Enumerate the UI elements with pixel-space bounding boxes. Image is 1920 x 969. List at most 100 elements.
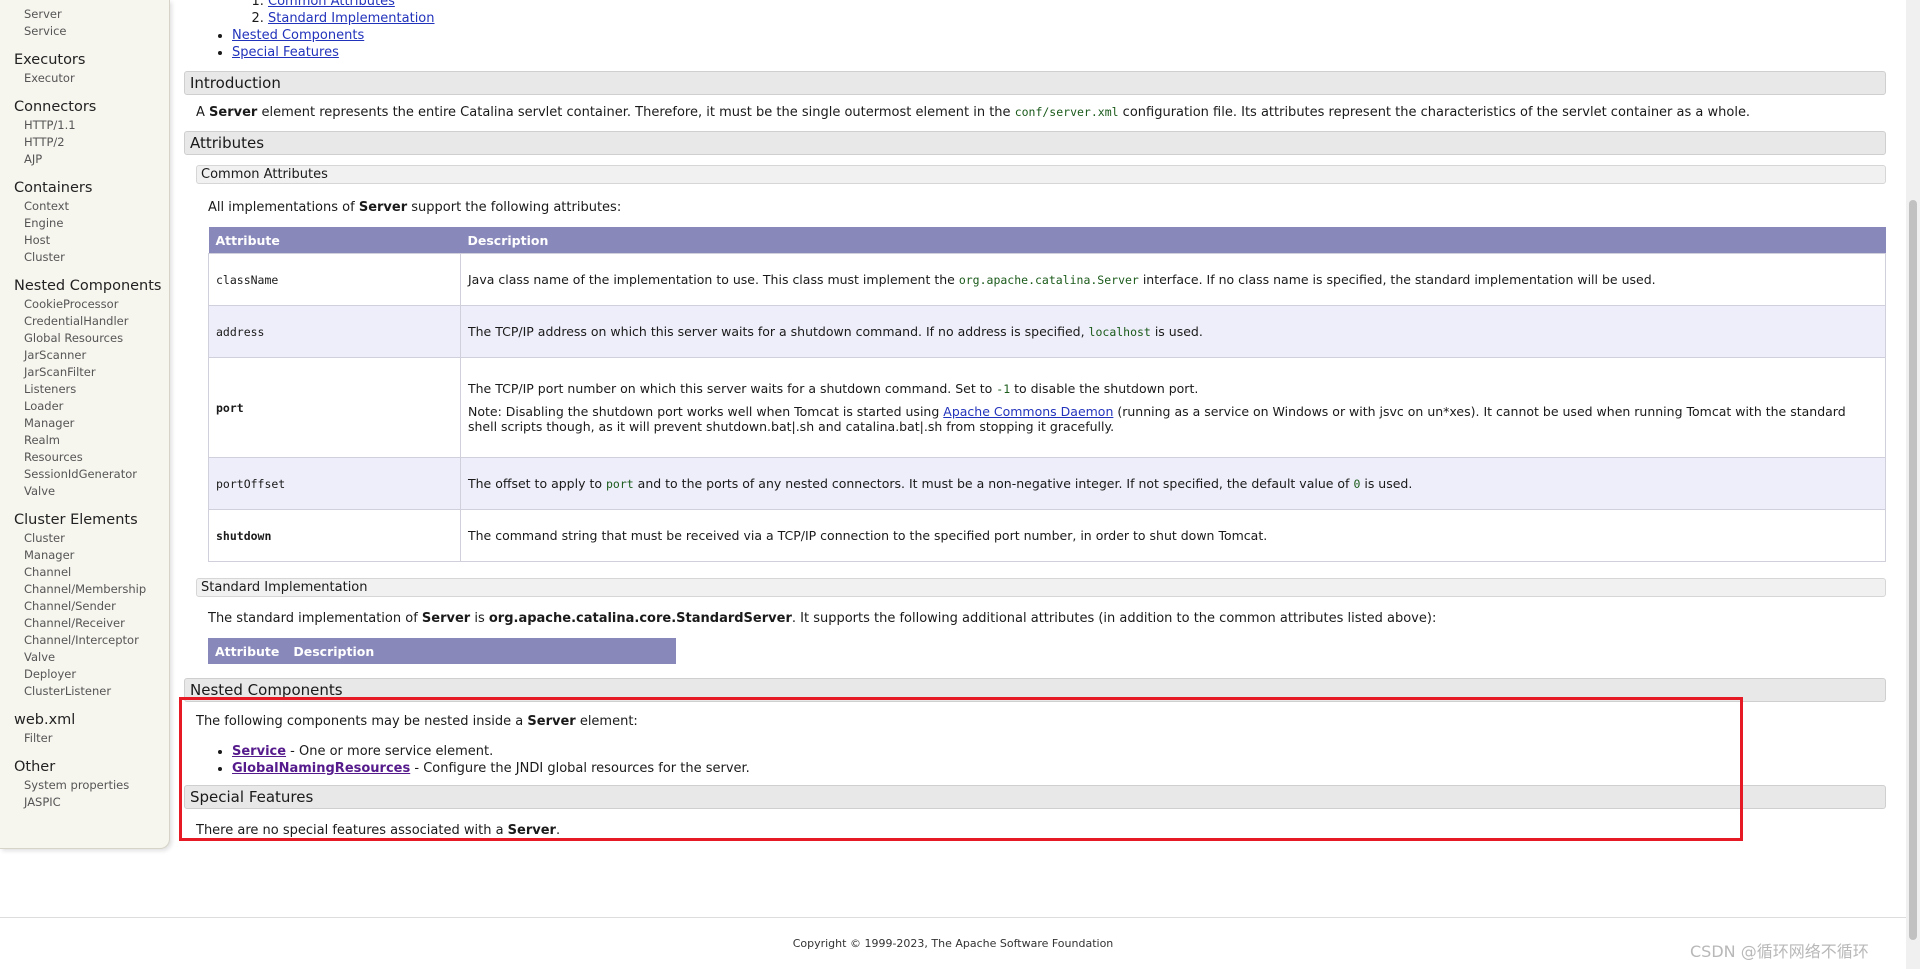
sidebar-item-engine[interactable]: Engine — [14, 215, 169, 232]
toc-item-standard-implementation: Standard Implementation — [268, 10, 1886, 27]
toc-link-special-features[interactable]: Special Features — [232, 45, 339, 60]
attr-description: Java class name of the implementation to… — [460, 253, 1886, 306]
table-header-row: Attribute Description — [208, 638, 676, 664]
global-naming-resources-link[interactable]: GlobalNamingResources — [232, 761, 410, 776]
attr-description: The offset to apply to port and to the p… — [460, 457, 1886, 510]
sidebar-item-channel-membership[interactable]: Channel/Membership — [14, 581, 169, 598]
desc-text: interface. If no class name is specified… — [1138, 272, 1656, 287]
sidebar-item-listeners[interactable]: Listeners — [14, 381, 169, 398]
toc-sublist: Common Attributes Standard Implementatio… — [184, 0, 1886, 27]
sidebar-item-channel[interactable]: Channel — [14, 564, 169, 581]
sidebar-item-credentialhandler[interactable]: CredentialHandler — [14, 313, 169, 330]
sidebar-item-filter[interactable]: Filter — [14, 730, 169, 747]
toc-list: Nested Components Special Features — [184, 27, 1886, 61]
sidebar-item-channel-sender[interactable]: Channel/Sender — [14, 598, 169, 615]
sidebar-item-system-properties[interactable]: System properties — [14, 777, 169, 794]
sidebar-item-jaspic[interactable]: JASPIC — [14, 794, 169, 811]
nested-text: element: — [575, 714, 638, 729]
intro-bold: Server — [209, 105, 258, 120]
desc-text: is used. — [1360, 476, 1413, 491]
intro-text: A — [196, 105, 210, 120]
sidebar-item-clusterlistener[interactable]: ClusterListener — [14, 683, 169, 700]
toc-item-special-features: Special Features — [232, 44, 1886, 61]
attr-name: portOffset — [208, 457, 461, 510]
sidebar: Server Service Executors Executor Connecto… — [0, 0, 170, 849]
table-row: address The TCP/IP address on which this… — [208, 305, 1886, 358]
sidebar-item-loader[interactable]: Loader — [14, 398, 169, 415]
sidebar-item-host[interactable]: Host — [14, 232, 169, 249]
vertical-scrollbar[interactable] — [1906, 0, 1920, 969]
subsection-heading-common-attributes: Common Attributes — [196, 165, 1886, 184]
sidebar-group-title: Connectors — [14, 99, 97, 115]
desc-text: The TCP/IP address on which this server … — [468, 324, 1089, 339]
nested-intro: The following components may be nested i… — [196, 714, 1886, 729]
sidebar-item-cluster[interactable]: Cluster — [14, 530, 169, 547]
csdn-watermark: CSDN @循环网络不循环 — [1690, 942, 1869, 961]
common-intro-text: All implementations of — [208, 200, 359, 215]
sidebar-item-manager[interactable]: Manager — [14, 415, 169, 432]
sidebar-item-valve[interactable]: Valve — [14, 483, 169, 500]
special-bold: Server — [507, 823, 556, 838]
sidebar-item-resources[interactable]: Resources — [14, 449, 169, 466]
column-header-description: Description — [286, 638, 676, 664]
footer-copyright: Copyright © 1999-2023, The Apache Softwa… — [792, 937, 1114, 950]
special-text: There are no special features associated… — [196, 823, 508, 838]
sidebar-item-ajp[interactable]: AJP — [14, 151, 169, 168]
toc-link-common-attributes[interactable]: Common Attributes — [268, 0, 395, 9]
note-text: Note: Disabling the shutdown port works … — [468, 404, 944, 419]
desc-code: port — [605, 477, 634, 491]
attr-description: The TCP/IP port number on which this ser… — [460, 357, 1886, 458]
sidebar-group-title: Executors — [14, 52, 86, 68]
sidebar-item-realm[interactable]: Realm — [14, 432, 169, 449]
sidebar-item-valve[interactable]: Valve — [14, 649, 169, 666]
standard-attributes-table: Attribute Description — [208, 638, 676, 664]
toc-item-nested-components: Nested Components — [232, 27, 1886, 44]
sidebar-item-global-resources[interactable]: Global Resources — [14, 330, 169, 347]
desc-paragraph: The TCP/IP port number on which this ser… — [468, 381, 1878, 396]
list-item-desc: - Configure the JNDI global resources fo… — [410, 761, 750, 776]
attr-name: className — [208, 253, 461, 306]
desc-note: Note: Disabling the shutdown port works … — [468, 404, 1878, 434]
sidebar-group-title: Other — [14, 759, 56, 775]
service-link[interactable]: Service — [232, 744, 286, 759]
sidebar-groups: Executors Executor Connectors HTTP/1.1 HTTP/… — [14, 52, 169, 811]
sidebar-item-server[interactable]: Server — [14, 6, 169, 23]
intro-text: element represents the entire Catalina s… — [257, 105, 1015, 120]
scrollbar-thumb[interactable] — [1909, 200, 1917, 940]
common-attributes-table: Attribute Description className Java cla… — [208, 227, 1886, 562]
table-row: shutdown The command string that must be… — [208, 509, 1886, 562]
intro-text: configuration file. Its attributes repre… — [1118, 105, 1751, 120]
sidebar-group-title: Nested Components — [14, 278, 162, 294]
sidebar-item-executor[interactable]: Executor — [14, 70, 169, 87]
toc-link-standard-implementation[interactable]: Standard Implementation — [268, 11, 435, 26]
sidebar-item-cookieprocessor[interactable]: CookieProcessor — [14, 296, 169, 313]
attr-name: port — [208, 357, 461, 458]
list-item-desc: - One or more service element. — [286, 744, 494, 759]
sidebar-top-items: Server Service — [14, 6, 169, 40]
sidebar-item-channel-receiver[interactable]: Channel/Receiver — [14, 615, 169, 632]
sidebar-item-http-1-1[interactable]: HTTP/1.1 — [14, 117, 169, 134]
sidebar-item-cluster[interactable]: Cluster — [14, 249, 169, 266]
attr-name: shutdown — [208, 509, 461, 562]
sidebar-item-sessionidgenerator[interactable]: SessionIdGenerator — [14, 466, 169, 483]
nested-bold: Server — [527, 714, 576, 729]
sidebar-item-manager[interactable]: Manager — [14, 547, 169, 564]
std-bold: Server — [421, 611, 471, 626]
sidebar-group-title: web.xml — [14, 712, 76, 728]
section-heading-attributes: Attributes — [184, 131, 1886, 155]
list-item: GlobalNamingResources - Configure the JN… — [232, 760, 1886, 777]
toc-link-nested-components[interactable]: Nested Components — [232, 28, 364, 43]
sidebar-item-channel-interceptor[interactable]: Channel/Interceptor — [14, 632, 169, 649]
sidebar-item-context[interactable]: Context — [14, 198, 169, 215]
sidebar-item-service[interactable]: Service — [14, 23, 169, 40]
main-content: Common Attributes Standard Implementatio… — [184, 0, 1886, 838]
toc-item-common-attributes: Common Attributes — [268, 0, 1886, 10]
apache-commons-daemon-link[interactable]: Apache Commons Daemon — [943, 404, 1113, 419]
sidebar-item-jarscanfilter[interactable]: JarScanFilter — [14, 364, 169, 381]
column-header-description: Description — [460, 227, 1886, 254]
sidebar-item-deployer[interactable]: Deployer — [14, 666, 169, 683]
common-intro-text: support the following attributes: — [407, 200, 622, 215]
desc-code: -1 — [996, 382, 1011, 396]
sidebar-item-jarscanner[interactable]: JarScanner — [14, 347, 169, 364]
sidebar-item-http-2[interactable]: HTTP/2 — [14, 134, 169, 151]
